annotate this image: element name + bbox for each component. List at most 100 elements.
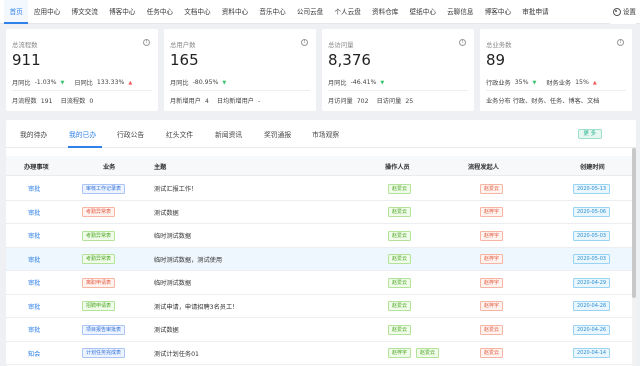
card-comparison-row: 月同比 -1.03% ▼ 日同比 133.33% ▲ — [12, 78, 138, 87]
more-button[interactable]: 更 多 — [577, 129, 602, 139]
summary-label: 日均新增用户 — [216, 98, 254, 105]
nav-item[interactable]: 公司云盘 — [291, 0, 329, 24]
table-row[interactable]: 审批 招聘申请表 测试申请，申请招聘3名员工！ 赵爱云 赵梓宇 2020-04-28 — [6, 295, 636, 318]
arrow-up-icon: ▲ — [592, 79, 597, 86]
initiator-tag: 赵梓宇 — [480, 277, 504, 288]
date-tag: 2020-04-26 — [573, 324, 611, 335]
tab-item[interactable]: 市场观察 — [312, 129, 339, 139]
nav-item[interactable]: 文档中心 — [179, 0, 217, 24]
tab-item[interactable]: 我的待办 — [20, 129, 47, 139]
scrollbar[interactable] — [632, 148, 636, 366]
business-tag: 计划任务完成表 — [82, 348, 126, 358]
summary-label: 月新增用户 — [170, 98, 201, 105]
summary-item: 日访问量 25 — [377, 96, 414, 105]
nav-item[interactable]: 云聊信息 — [442, 0, 480, 24]
action-link[interactable]: 审批 — [28, 184, 40, 193]
summary-value: 191 — [40, 98, 53, 105]
nav-item[interactable]: 博客中心 — [104, 0, 142, 24]
metric-value: 133.33% — [96, 79, 125, 86]
info-icon[interactable]: ! — [301, 39, 308, 46]
nav-item[interactable]: 任务中心 — [141, 0, 179, 24]
nav-item[interactable]: 音乐中心 — [254, 0, 292, 24]
info-icon[interactable]: ! — [459, 39, 466, 46]
card-summary-row: 月新增用户 4 日均新增用户 - — [170, 96, 260, 105]
nav-item[interactable]: 应用中心 — [28, 0, 66, 24]
column-header: 创建时间 — [580, 164, 605, 171]
initiator-tag: 赵梓宇 — [480, 230, 504, 241]
operator-tag: 赵爱云 — [416, 348, 440, 358]
action-link[interactable]: 审批 — [28, 302, 40, 311]
nav-item[interactable]: 资料中心 — [216, 0, 254, 24]
subject-text: 测试计划任务01 — [154, 350, 199, 358]
summary-value: 25 — [405, 98, 414, 105]
nav-item[interactable]: 审批申请 — [517, 0, 555, 24]
scrollbar-thumb[interactable] — [632, 148, 636, 298]
tab-item[interactable]: 红头文件 — [166, 129, 193, 139]
summary-text: 业务分布 行政、财务、任务、博客、文档 — [486, 98, 600, 105]
action-link[interactable]: 知会 — [28, 349, 40, 358]
initiator-tag: 赵梓宇 — [480, 207, 504, 217]
action-link[interactable]: 审批 — [28, 231, 40, 240]
operator-tag: 赵爱云 — [388, 301, 412, 311]
stat-card: 总流程数! 911 月同比 -1.03% ▼ 日同比 133.33% ▲ 月流程数 191 日流程数… — [6, 29, 158, 111]
card-title: 总流程数 — [12, 41, 38, 49]
date-tag: 2020-04-14 — [573, 348, 611, 358]
action-link[interactable]: 审批 — [28, 208, 40, 217]
nav-item[interactable]: 资料仓库 — [366, 0, 404, 24]
column-header: 主题 — [154, 164, 167, 171]
metric-label: 月同比 — [328, 80, 347, 87]
card-value: 165 — [170, 51, 199, 69]
initiator-tag: 赵爱云 — [480, 324, 504, 335]
action-link[interactable]: 审批 — [28, 325, 40, 334]
table-row[interactable]: 审批 考勤异常表 临时测试数据 赵爱云 赵梓宇 2020-05-03 — [6, 224, 636, 248]
table-row[interactable]: 审批 项目报告审批表 测试数据 赵爱云 赵爱云 2020-04-26 — [6, 318, 636, 342]
initiator-tag: 赵爱云 — [480, 183, 504, 194]
initiator-tag: 赵梓宇 — [480, 254, 504, 264]
card-title: 总访问量 — [328, 41, 354, 49]
summary-item: 日流程数 0 — [61, 96, 94, 105]
tab-item[interactable]: 新闻资讯 — [215, 129, 242, 139]
metric-label: 行政业务 — [486, 80, 511, 87]
settings-button[interactable]: 设置 — [609, 0, 636, 24]
table-row[interactable]: 审批 离职申请表 临时测试数据 赵爱云 赵梓宇 2020-04-29 — [6, 271, 636, 295]
action-link[interactable]: 审批 — [28, 255, 40, 264]
date-tag: 2020-04-29 — [573, 277, 611, 288]
nav-item[interactable]: 壁纸中心 — [404, 0, 442, 24]
nav-item[interactable]: 首页 — [4, 0, 29, 24]
table-row[interactable]: 审批 审核工作记录表 测试汇报工作！ 赵爱云 赵爱云 2020-05-13 — [6, 177, 636, 201]
date-tag: 2020-04-28 — [573, 301, 611, 311]
summary-item: 日均新增用户 - — [217, 96, 260, 105]
subject-text: 测试数据 — [154, 209, 179, 217]
card-title: 总业务数 — [486, 41, 512, 49]
table-row[interactable]: 审批 考勤异常表 测试数据 赵爱云 赵梓宇 2020-05-06 — [6, 201, 636, 224]
summary-item: 月流程数 191 — [12, 96, 53, 105]
info-icon[interactable]: ! — [617, 39, 624, 46]
initiator-tag: 赵梓宇 — [480, 301, 504, 311]
table-row[interactable]: 审批 考勤异常表 临时测试数据，测试使用 赵爱云 赵梓宇 2020-05-03 — [6, 247, 636, 271]
settings-label: 设置 — [622, 8, 636, 16]
column-header: 办理事项 — [24, 164, 49, 171]
operator-tag: 赵爱云 — [388, 254, 412, 264]
metric-value: 15% — [575, 79, 589, 86]
tab-item[interactable]: 行政公告 — [117, 129, 144, 139]
summary-item: 月新增用户 4 — [170, 96, 209, 105]
tab-item[interactable]: 奖罚通报 — [264, 129, 291, 139]
nav-item[interactable]: 博文交流 — [66, 0, 104, 24]
gear-icon — [612, 8, 621, 16]
metric-value: -46.41% — [350, 79, 377, 86]
operator-tag: 赵梓宇 — [388, 348, 412, 358]
action-link[interactable]: 审批 — [28, 278, 40, 287]
table-row[interactable]: 知会 计划任务完成表 测试计划任务01 赵梓宇 赵爱云 赵爱云 2020-04-14 — [6, 342, 636, 365]
nav-item[interactable]: 博客中心 — [479, 0, 517, 24]
tasks-panel: 更 多 我的待办 我的已办 行政公告 红头文件 新闻资讯 奖罚通报 市场观察 办理事项 业务 主… — [6, 120, 636, 366]
info-icon[interactable]: ! — [143, 39, 150, 46]
tab-item[interactable]: 我的已办 — [69, 129, 96, 139]
card-summary-row: 月流程数 191 日流程数 0 — [12, 96, 93, 105]
summary-value: - — [258, 98, 261, 105]
summary-value: 4 — [204, 98, 209, 105]
arrow-down-icon: ▼ — [380, 79, 385, 86]
nav-item[interactable]: 个人云盘 — [329, 0, 367, 24]
metric-label: 月同比 — [170, 80, 189, 87]
card-divider — [170, 90, 310, 91]
metric-value: -1.03% — [34, 79, 57, 86]
